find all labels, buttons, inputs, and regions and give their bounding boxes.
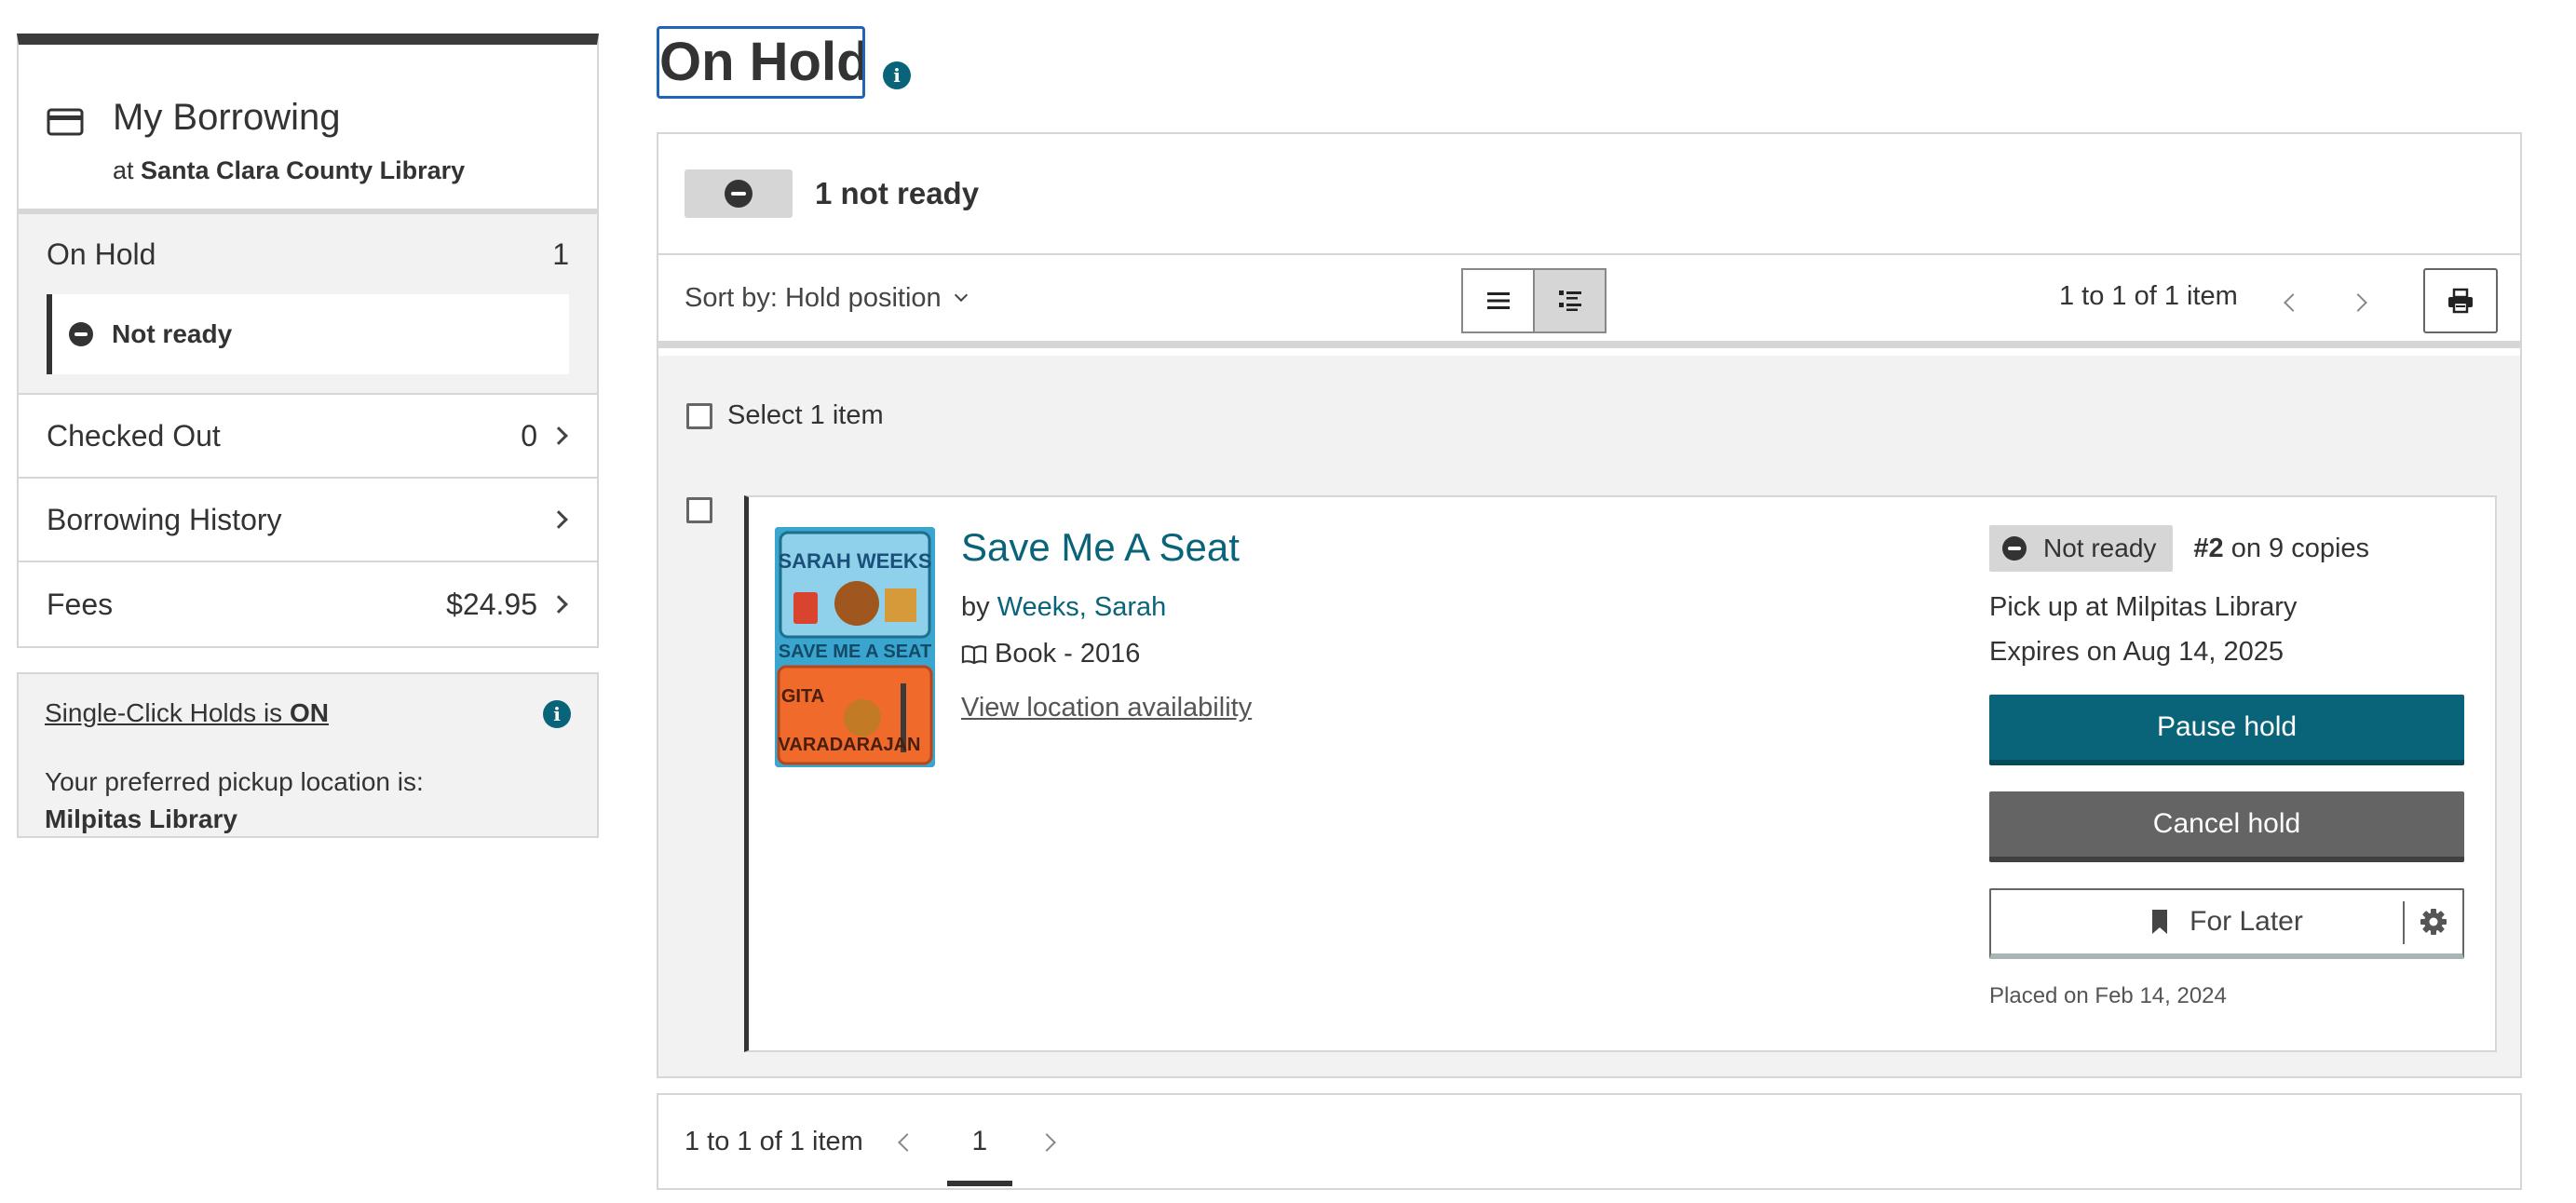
detailed-list-icon [1558,291,1581,311]
pause-hold-button[interactable]: Pause hold [1989,695,2464,765]
author-link[interactable]: Weeks, Sarah [997,592,1167,622]
placed-date: Placed on Feb 14, 2024 [1989,983,2227,1008]
library-label: Santa Clara County Library [141,156,466,184]
info-icon[interactable]: i [543,700,571,728]
hold-item-card: SARAH WEEKS SAVE ME A SEAT GITA VARADARA… [744,495,2497,1052]
item-format: Book - 2016 [961,639,1140,669]
hold-details: Not ready #2 on 9 copies Pick up at Milp… [1989,525,2464,1009]
hold-position: #2 on 9 copies [2193,534,2369,564]
book-cover-art: SARAH WEEKS SAVE ME A SEAT GITA VARADARA… [775,527,935,767]
sidebar-item-value: $24.95 [446,587,537,621]
compact-view-button[interactable] [1461,268,1535,333]
sidebar: My Borrowing at Santa Clara County Libra… [17,34,599,838]
list-toolbar: Sort by: Hold position 1 to 1 of 1 item [658,255,2520,348]
select-all-label: Select 1 item [727,400,884,430]
sort-label: Sort by: Hold position [685,282,942,313]
sidebar-item-label: On Hold [47,237,156,271]
my-borrowing-header: My Borrowing at Santa Clara County Libra… [19,45,597,214]
item-checkbox[interactable] [686,497,712,523]
expiry-date: Expires on Aug 14, 2025 [1989,637,2285,667]
chevron-right-icon [549,510,568,529]
detailed-view-button[interactable] [1533,268,1607,333]
cover-author2b-text: VARADARAJAN [779,735,921,755]
single-click-holds-card: Single-Click Holds is ON i Your preferre… [17,672,599,838]
view-toggle [1461,268,1607,333]
results-range: 1 to 1 of 1 item [685,1126,863,1156]
sidebar-item-label: Not ready [112,319,233,348]
my-borrowing-title: My Borrowing [113,97,341,138]
cover-title-text: SAVE ME A SEAT [779,642,931,662]
minus-circle-icon [69,322,93,346]
item-author-line: by Weeks, Sarah [961,592,1166,623]
status-badge: Not ready [1989,525,2174,572]
for-later-button-group: For Later [1989,888,2464,959]
sidebar-item-label: Fees [47,587,114,621]
status-badge-label: Not ready [2043,534,2157,562]
shelf-settings-button[interactable] [2405,890,2462,953]
holds-list: Select 1 item SARAH WEEKS SAVE ME A SEAT… [658,356,2520,1076]
item-title-link[interactable]: Save Me A Seat [961,525,1240,570]
chevron-right-icon [549,595,568,614]
gear-icon [2420,909,2447,935]
print-button[interactable] [2423,268,2498,333]
holds-panel: 1 not ready Sort by: Hold position 1 to … [657,132,2522,1078]
pickup-preference-label: Your preferred pickup location is: [45,767,424,796]
credit-card-icon [47,108,84,136]
for-later-button[interactable]: For Later [2022,890,2432,953]
hold-position-number: #2 [2193,533,2224,563]
pickup-location: Pick up at Milpitas Library [1989,592,2298,622]
page-number-button[interactable]: 1 [946,1102,1012,1186]
printer-icon [2448,288,2473,314]
sort-dropdown[interactable]: Sort by: Hold position [685,282,968,314]
sidebar-item-label: Borrowing History [47,502,282,536]
bookmark-icon [2152,910,2168,934]
cancel-hold-button[interactable]: Cancel hold [1989,791,2464,862]
select-all-checkbox[interactable] [686,402,712,429]
author-prefix: by [961,592,997,622]
list-icon [1486,292,1510,309]
info-icon[interactable]: i [883,61,911,89]
previous-page-button[interactable] [891,1125,919,1158]
bottom-pagination: 1 to 1 of 1 item 1 [657,1093,2522,1190]
single-click-state: ON [289,698,329,727]
single-click-holds-link[interactable]: Single-Click Holds is ON [45,698,329,728]
sidebar-item-not-ready[interactable]: Not ready [47,294,569,374]
item-format-label: Book - 2016 [995,639,1141,669]
sidebar-item-borrowing-history[interactable]: Borrowing History [19,479,597,562]
view-availability-link[interactable]: View location availability [961,693,1252,723]
previous-page-button[interactable] [2277,285,2305,318]
next-page-button[interactable] [1035,1125,1063,1158]
sidebar-item-count: 1 [552,237,569,271]
not-ready-filter-button[interactable] [685,169,793,218]
pickup-preference-location: Milpitas Library [45,804,237,833]
sidebar-item-value: 0 [521,418,537,453]
sidebar-item-label: Checked Out [47,418,221,453]
status-summary: 1 not ready [815,176,980,210]
chevron-down-icon [954,288,968,303]
sidebar-item-fees[interactable]: Fees $24.95 [19,562,597,646]
sidebar-item-on-hold[interactable]: On Hold 1 [47,214,569,294]
hold-status-row: Not ready #2 on 9 copies [1989,525,2464,572]
hold-position-suffix: on 9 copies [2223,533,2370,563]
library-prefix: at [113,156,142,184]
single-click-label: Single-Click Holds is [45,698,290,727]
book-cover-image[interactable]: SARAH WEEKS SAVE ME A SEAT GITA VARADARA… [775,527,935,767]
next-page-button[interactable] [2346,285,2374,318]
library-name: at Santa Clara County Library [113,156,465,185]
my-borrowing-card: My Borrowing at Santa Clara County Libra… [17,34,599,648]
minus-circle-icon [2002,536,2027,561]
cover-author-text: SARAH WEEKS [778,549,931,573]
sidebar-item-checked-out[interactable]: Checked Out 0 [19,395,597,479]
on-hold-section: On Hold 1 Not ready [19,214,597,395]
for-later-label: For Later [2190,906,2303,937]
chevron-right-icon [549,426,568,445]
page-title: On Hold [657,26,865,99]
book-icon [961,644,987,664]
minus-circle-icon [725,180,752,208]
status-filter-bar: 1 not ready [658,134,2520,255]
select-all[interactable]: Select 1 item [686,400,884,431]
results-range: 1 to 1 of 1 item [2059,281,2238,311]
cover-author2-text: GITA [781,686,824,707]
